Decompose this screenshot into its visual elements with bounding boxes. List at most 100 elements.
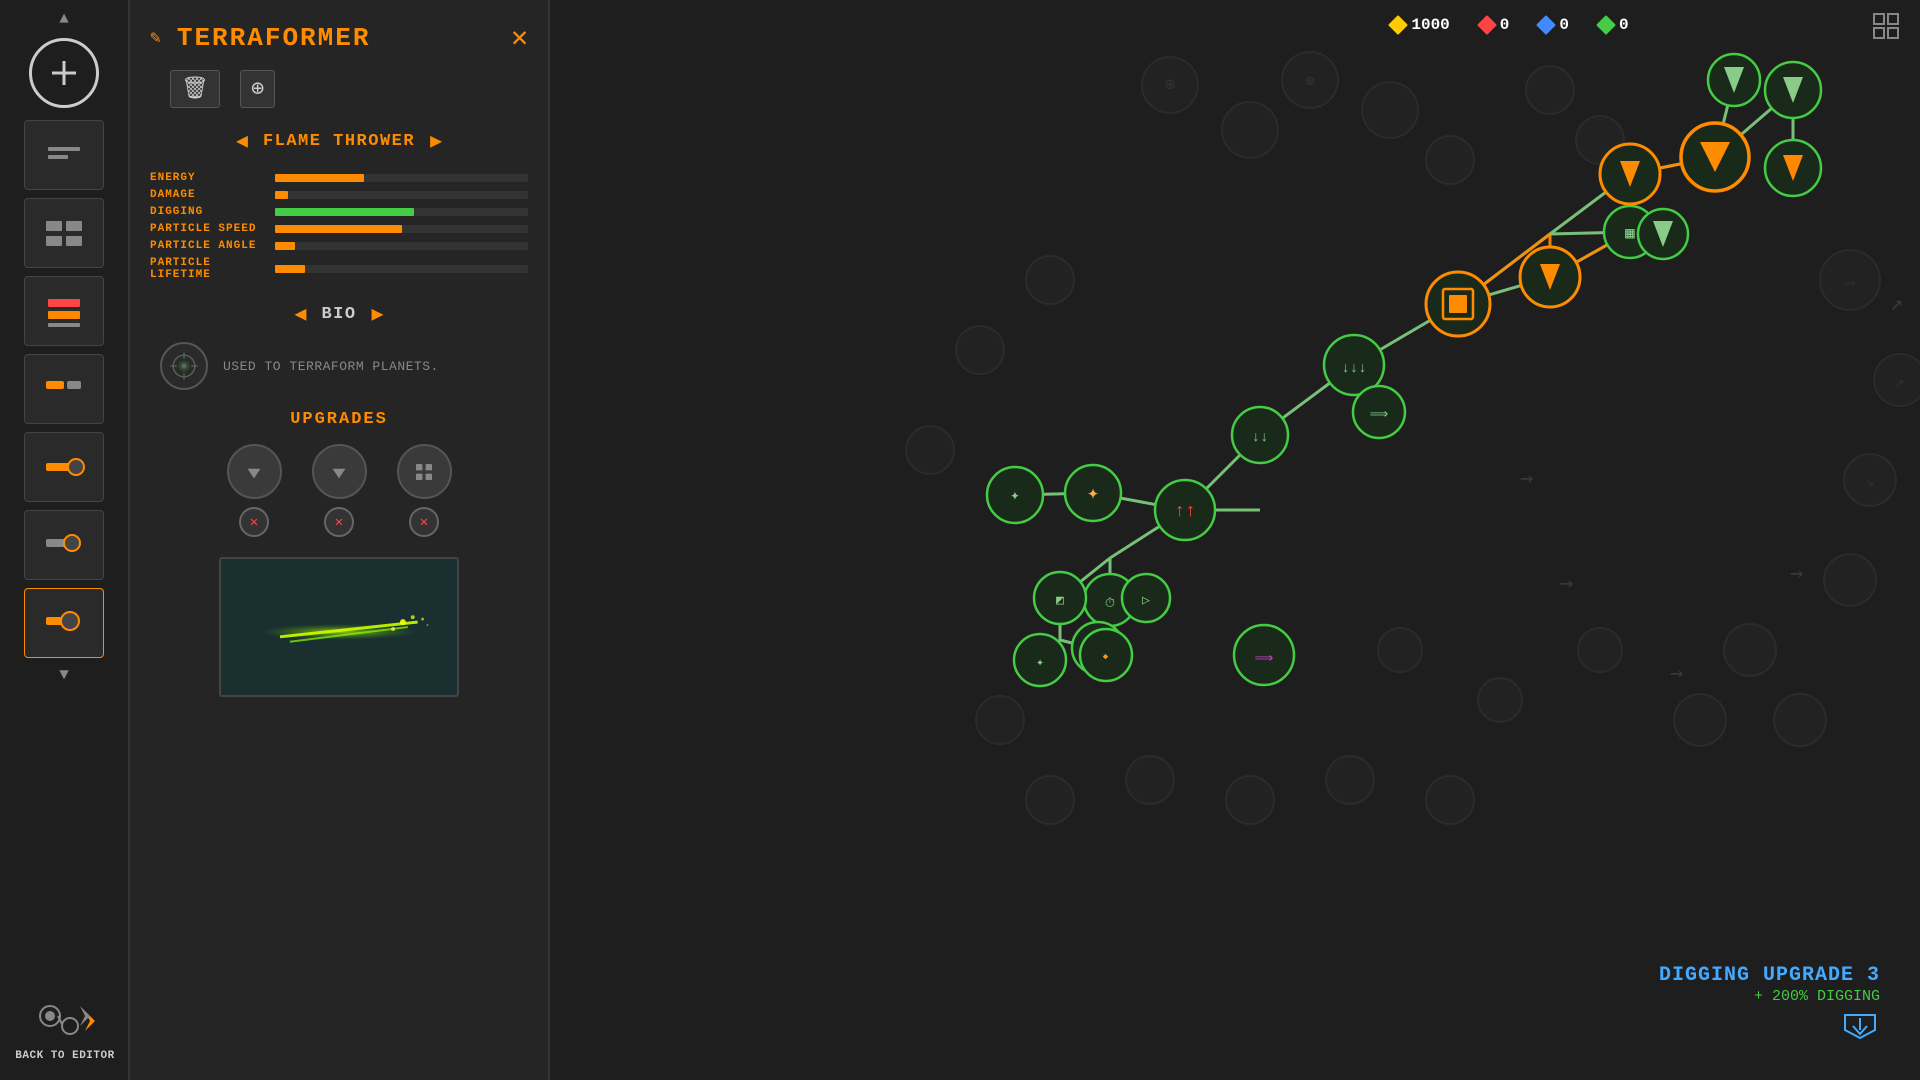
svg-text:▦: ▦	[1625, 225, 1635, 243]
stat-bar-bg	[275, 191, 528, 199]
stat-label: PARTICLE SPEED	[150, 223, 265, 235]
bio-next-button[interactable]: ▶	[372, 301, 384, 327]
scroll-down-arrow[interactable]: ▼	[54, 666, 74, 686]
upgrades-slots: ✕ ✕ ✕	[150, 444, 528, 537]
bio-prev-button[interactable]: ◀	[294, 301, 306, 327]
red-resource-icon	[1477, 15, 1497, 35]
green-value: 0	[1619, 16, 1629, 34]
svg-text:✦: ✦	[1087, 483, 1099, 506]
upgrades-section: UPGRADES ✕ ✕	[150, 410, 528, 537]
svg-text:→: →	[1670, 661, 1683, 686]
svg-text:↓↓↓: ↓↓↓	[1341, 361, 1366, 377]
weapon-next-button[interactable]: ▶	[430, 128, 442, 154]
stat-bar-fill	[275, 174, 364, 182]
bio-selector: ◀ BIO ▶	[150, 301, 528, 327]
stat-label: PARTICLE LIFETIME	[150, 257, 265, 281]
sidebar-item-6[interactable]	[24, 510, 104, 580]
resource-gold: 1000	[1391, 16, 1449, 34]
stat-row-energy: ENERGY	[150, 172, 528, 184]
svg-text:◩: ◩	[1056, 593, 1064, 608]
svg-text:🔸: 🔸	[1098, 650, 1114, 665]
svg-text:✦: ✦	[1010, 487, 1020, 505]
blue-resource-icon	[1536, 15, 1556, 35]
stat-row-particle-angle: PARTICLE ANGLE	[150, 240, 528, 252]
resource-red: 0	[1480, 16, 1510, 34]
svg-text:⟹: ⟹	[1370, 407, 1389, 422]
scroll-up-arrow[interactable]: ▲	[54, 10, 74, 30]
svg-text:↗: ↗	[1890, 291, 1903, 316]
upgrade-icon-2[interactable]	[312, 444, 367, 499]
stat-bar-bg	[275, 174, 528, 182]
panel-title: TERRAFORMER	[177, 23, 371, 53]
svg-text:→: →	[1560, 571, 1573, 596]
sidebar-item-1[interactable]	[24, 120, 104, 190]
sidebar-item-7[interactable]	[24, 588, 104, 658]
stat-bar-bg	[275, 208, 528, 216]
back-to-editor-button[interactable]: BACK TO EDITOR	[0, 983, 130, 1070]
upgrade-arrow	[1659, 1010, 1880, 1040]
weapon-name: FLAME THROWER	[263, 132, 415, 151]
svg-text:↘: ↘	[1866, 475, 1874, 491]
svg-text:↑↑: ↑↑	[1174, 502, 1196, 522]
upgrade-remove-1[interactable]: ✕	[239, 507, 269, 537]
panel: ✎ TERRAFORMER ✕ 🗑 ⊕ ◀ FLAME THROWER ▶ EN…	[130, 0, 550, 1080]
upgrade-icon-3[interactable]	[397, 444, 452, 499]
top-bar: 1000 0 0 0	[1100, 0, 1920, 50]
stat-row-particle-speed: PARTICLE SPEED	[150, 223, 528, 235]
stat-bar-bg	[275, 242, 528, 250]
stat-label: DIGGING	[150, 206, 265, 218]
sidebar-item-2[interactable]	[24, 198, 104, 268]
stat-label: DAMAGE	[150, 189, 265, 201]
stat-label: ENERGY	[150, 172, 265, 184]
stat-bar-fill	[275, 191, 288, 199]
svg-text:⏱: ⏱	[1105, 596, 1115, 611]
close-button[interactable]: ✕	[511, 20, 528, 55]
bio-text: USED TO TERRAFORM PLANETS.	[223, 359, 439, 374]
upgrade-icon-1[interactable]	[227, 444, 282, 499]
sidebar-item-4[interactable]	[24, 354, 104, 424]
svg-text:→: →	[1845, 272, 1856, 292]
upgrade-bonus: + 200% DIGGING	[1754, 988, 1880, 1005]
weapon-selector: ◀ FLAME THROWER ▶	[150, 128, 528, 154]
svg-text:⊛: ⊛	[1305, 73, 1315, 91]
red-value: 0	[1500, 16, 1510, 34]
resource-blue: 0	[1539, 16, 1569, 34]
sidebar-item-5[interactable]	[24, 432, 104, 502]
stat-bar-fill	[275, 225, 402, 233]
upgrade-remove-3[interactable]: ✕	[409, 507, 439, 537]
sidebar: ▲	[0, 0, 130, 1080]
panel-header: ✎ TERRAFORMER ✕	[150, 20, 528, 55]
bio-label: BIO	[321, 305, 356, 324]
bio-section: ◀ BIO ▶ USED TO TERRAFORM PLANETS.	[150, 301, 528, 390]
svg-text:↓↓: ↓↓	[1252, 430, 1269, 446]
stats-panel: ENERGY DAMAGE DIGGING PARTICLE SPEED PARTICL…	[150, 172, 528, 281]
add-button[interactable]	[29, 38, 99, 108]
svg-text:▷: ▷	[1142, 593, 1150, 608]
stat-row-particle-lifetime: PARTICLE LIFETIME	[150, 257, 528, 281]
gold-value: 1000	[1411, 16, 1449, 34]
stat-bar-fill	[275, 242, 295, 250]
delete-button[interactable]: 🗑	[170, 70, 220, 108]
upgrade-title: DIGGING UPGRADE 3	[1659, 964, 1880, 987]
edit-pencil-icon: ✎	[150, 27, 161, 49]
stat-row-digging: DIGGING	[150, 206, 528, 218]
green-resource-icon	[1596, 15, 1616, 35]
skill-tree-map[interactable]: ⊕ ⊛ → ↗ ↘	[550, 0, 1920, 1080]
weapon-prev-button[interactable]: ◀	[236, 128, 248, 154]
svg-text:⊕: ⊕	[1165, 76, 1176, 96]
grid-icon[interactable]	[1872, 12, 1900, 47]
upgrade-slot-3: ✕	[397, 444, 452, 537]
back-to-editor-icon	[30, 991, 100, 1046]
svg-text:→: →	[1790, 561, 1803, 586]
back-to-editor-label: BACK TO EDITOR	[15, 1050, 114, 1062]
resource-green: 0	[1599, 16, 1629, 34]
sidebar-item-3[interactable]	[24, 276, 104, 346]
upgrade-slot-2: ✕	[312, 444, 367, 537]
panel-actions: 🗑 ⊕	[150, 70, 528, 108]
bio-content: USED TO TERRAFORM PLANETS.	[150, 342, 528, 390]
copy-button[interactable]: ⊕	[240, 70, 275, 108]
upgrade-remove-2[interactable]: ✕	[324, 507, 354, 537]
map-area[interactable]: 1000 0 0 0	[550, 0, 1920, 1080]
weapon-preview	[219, 557, 459, 697]
svg-text:→: →	[1520, 466, 1533, 491]
